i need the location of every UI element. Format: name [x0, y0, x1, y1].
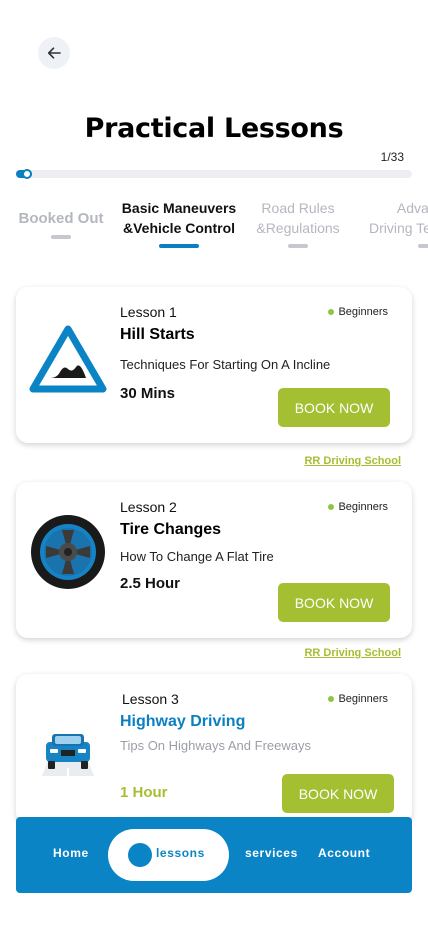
tab-indicator	[418, 244, 428, 248]
tab-booked-out[interactable]: Booked Out	[16, 209, 106, 239]
back-button[interactable]	[38, 37, 70, 69]
tab-indicator	[51, 235, 71, 239]
tab-label-line2: &Regulations	[256, 220, 340, 236]
progress-knob	[22, 169, 32, 179]
page-title: Practical Lessons	[84, 113, 344, 144]
lesson-number: Lesson 1	[120, 304, 177, 320]
car-on-highway-icon	[28, 718, 108, 798]
arrow-left-icon	[47, 47, 61, 59]
lesson-title: Highway Driving	[120, 713, 246, 730]
lesson-card[interactable]: Lesson 1 Beginners Hill Starts Technique…	[16, 287, 412, 443]
school-link[interactable]: RR Driving School	[304, 455, 401, 467]
level-label: Beginners	[338, 693, 388, 705]
tab-label: Booked Out	[18, 210, 104, 227]
school-link[interactable]: RR Driving School	[304, 647, 401, 659]
lesson-card[interactable]: Lesson 2 Beginners Tire Changes How To C…	[16, 482, 412, 638]
book-now-button[interactable]: BOOK NOW	[282, 774, 394, 813]
level-dot-icon	[328, 696, 335, 702]
lesson-description: Tips On Highways And Freeways	[120, 738, 311, 753]
tab-label-line1: Road Rules	[261, 200, 335, 216]
hill-road-sign-icon	[28, 317, 108, 397]
tire-icon	[28, 512, 108, 592]
lesson-description: How To Change A Flat Tire	[120, 549, 274, 564]
tab-road-rules[interactable]: Road Rules &Regulations	[248, 198, 348, 248]
level-badge: Beginners	[328, 501, 388, 513]
progress-bar	[16, 169, 412, 179]
tab-label-line2: Driving Techniques	[368, 220, 428, 236]
tab-label-line1: Basic Maneuvers	[121, 200, 237, 216]
level-badge: Beginners	[328, 693, 388, 705]
lesson-card[interactable]: Lesson 3 Beginners Highway Driving Tips …	[16, 674, 412, 824]
level-dot-icon	[328, 504, 335, 510]
tab-label-line2: &Vehicle Control	[122, 220, 236, 236]
tab-basic-maneuvers[interactable]: Basic Maneuvers &Vehicle Control	[112, 198, 246, 248]
lesson-title: Tire Changes	[120, 521, 222, 538]
tab-indicator	[288, 244, 308, 248]
lesson-number: Lesson 2	[120, 499, 177, 515]
progress-counter: 1/33	[380, 150, 404, 164]
lesson-number: Lesson 3	[122, 691, 179, 707]
bottom-navigation: Home lessons services Account	[16, 817, 412, 893]
nav-home[interactable]: Home	[53, 846, 89, 860]
level-label: Beginners	[338, 501, 388, 513]
nav-account[interactable]: Account	[318, 846, 370, 860]
lesson-duration: 1 Hour	[120, 784, 168, 801]
lessons-icon	[128, 843, 152, 867]
nav-services[interactable]: services	[245, 846, 298, 860]
tab-label-line1: Advanced	[396, 200, 428, 216]
category-tabs: Booked Out Basic Maneuvers &Vehicle Cont…	[0, 198, 428, 248]
book-now-button[interactable]: BOOK NOW	[278, 388, 390, 427]
nav-lessons-label: lessons	[156, 846, 205, 860]
tab-indicator	[159, 244, 199, 248]
level-label: Beginners	[338, 306, 388, 318]
lesson-title: Hill Starts	[120, 326, 195, 343]
tab-advanced-driving[interactable]: Advanced Driving Techniques	[358, 198, 428, 248]
lesson-description: Techniques For Starting On A Incline	[120, 357, 331, 372]
level-dot-icon	[328, 309, 335, 315]
nav-lessons[interactable]: lessons	[108, 829, 229, 881]
lesson-duration: 30 Mins	[120, 385, 176, 402]
lesson-duration: 2.5 Hour	[120, 575, 181, 592]
level-badge: Beginners	[328, 306, 388, 318]
book-now-button[interactable]: BOOK NOW	[278, 583, 390, 622]
